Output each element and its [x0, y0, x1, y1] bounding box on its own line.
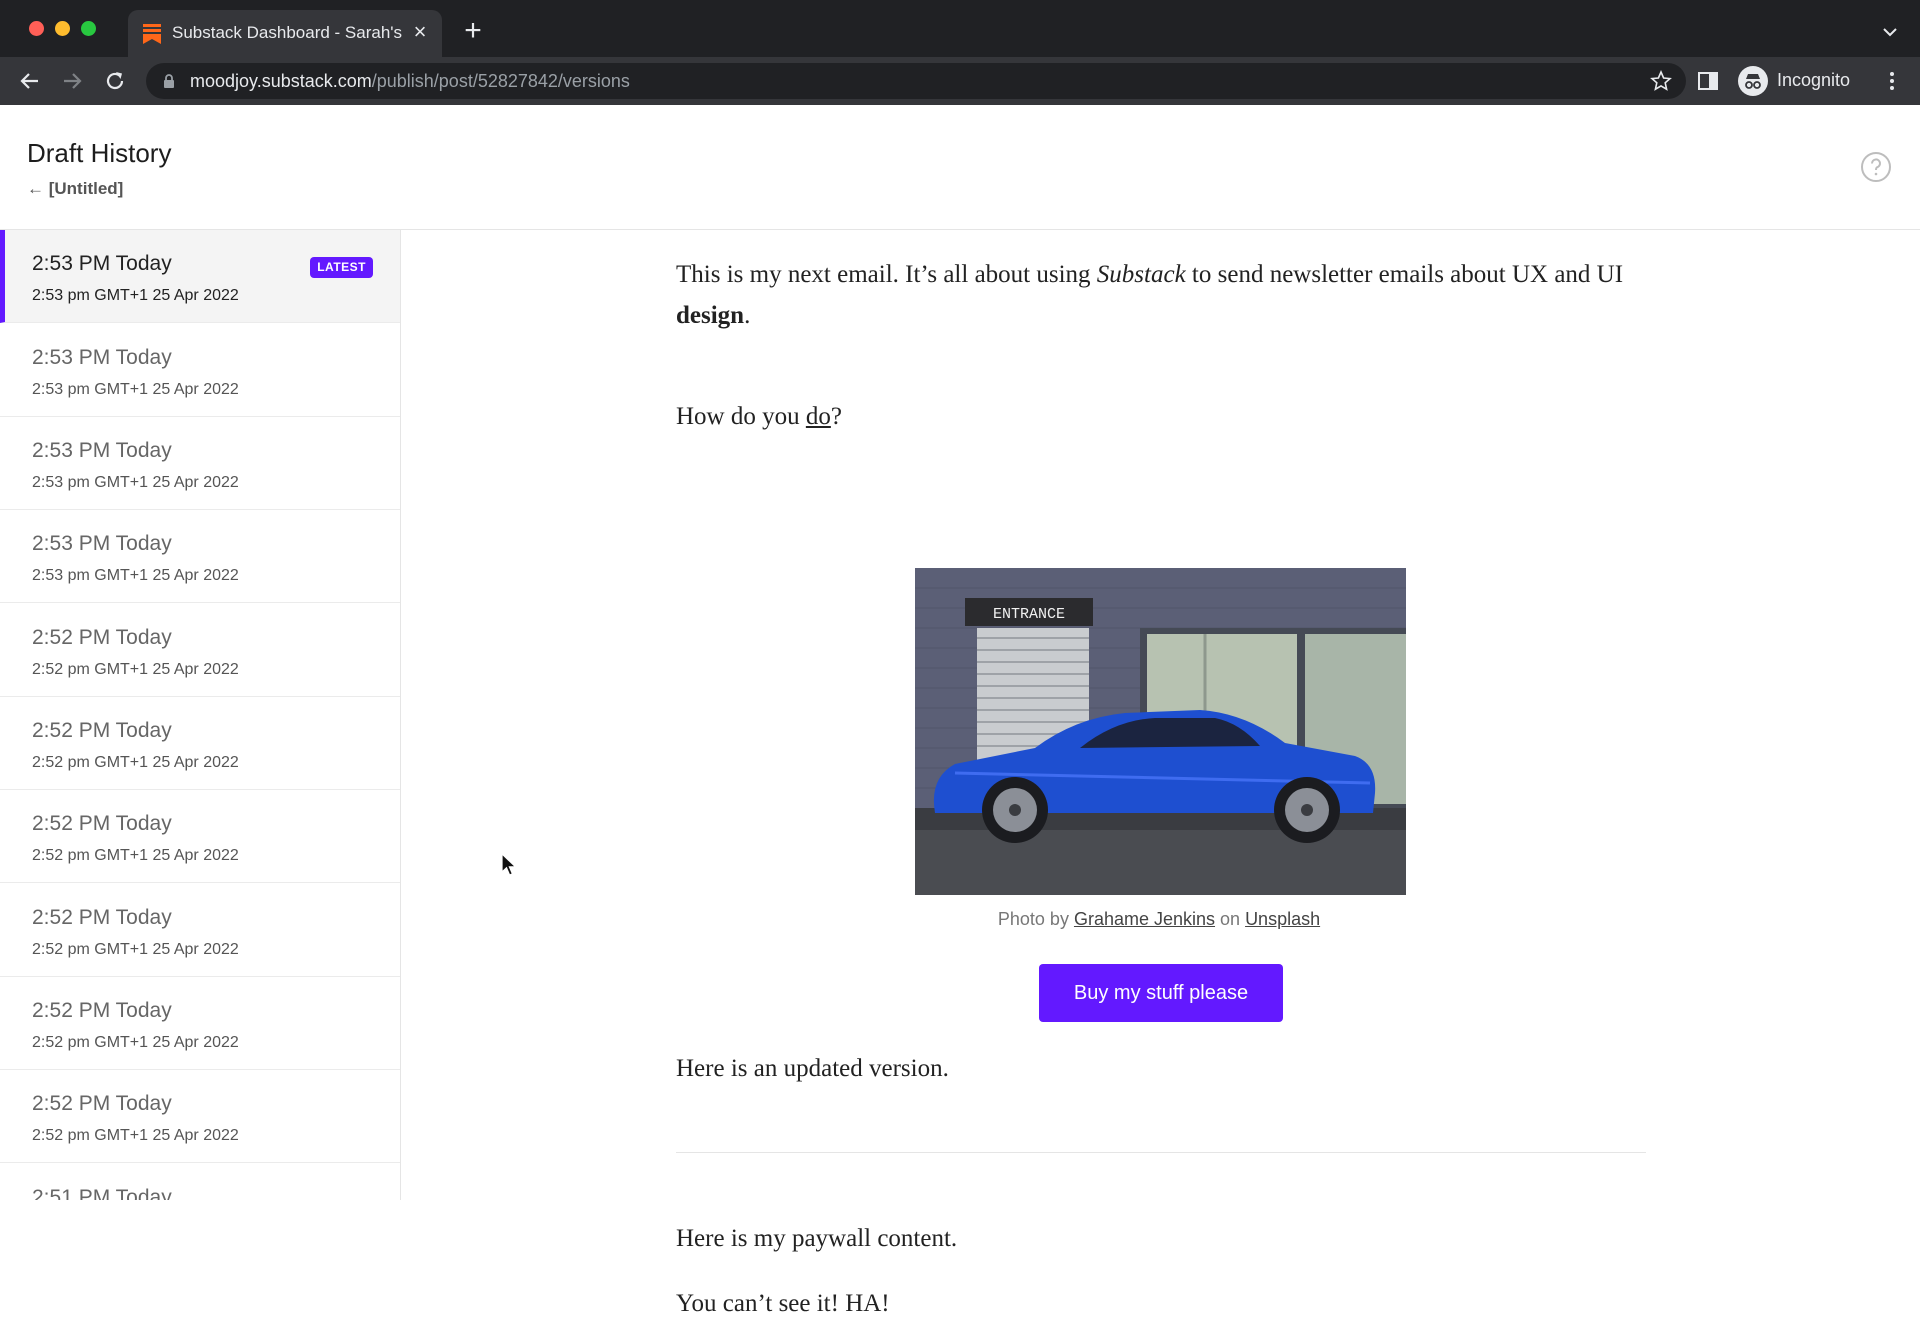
- version-item[interactable]: 2:52 PM Today 2:52 pm GMT+1 25 Apr 2022: [0, 1070, 400, 1163]
- bookmark-star-icon[interactable]: [1650, 70, 1672, 92]
- page-title: Draft History: [27, 138, 172, 168]
- back-to-post-link[interactable]: ← [Untitled]: [27, 179, 123, 199]
- version-time: 2:52 PM Today: [32, 1092, 172, 1115]
- question-paragraph: How do you do?: [676, 396, 1636, 437]
- latest-badge: LATEST: [310, 257, 373, 278]
- caption-text-on: on: [1215, 909, 1246, 929]
- version-time: 2:53 PM Today: [32, 346, 172, 369]
- browser-tab-active[interactable]: Substack Dashboard - Sarah's ×: [128, 10, 442, 57]
- tease-paragraph: You can’t see it! HA!: [676, 1290, 890, 1317]
- version-date: 2:52 pm GMT+1 25 Apr 2022: [32, 754, 239, 771]
- version-item[interactable]: 2:51 PM Today: [0, 1164, 400, 1200]
- version-date: 2:52 pm GMT+1 25 Apr 2022: [32, 847, 239, 864]
- close-tab-icon[interactable]: ×: [408, 20, 432, 44]
- image-caption: Photo by Grahame Jenkins on Unsplash: [676, 909, 1642, 930]
- reload-icon[interactable]: [101, 67, 129, 95]
- question-mark: ?: [830, 403, 842, 430]
- url-host: moodjoy.substack.com: [190, 71, 372, 91]
- intro-paragraph: This is my next email. It’s all about us…: [676, 254, 1636, 336]
- version-date: 2:52 pm GMT+1 25 Apr 2022: [32, 661, 239, 678]
- maximize-window-button[interactable]: [81, 21, 96, 36]
- address-bar[interactable]: moodjoy.substack.com/publish/post/528278…: [146, 63, 1686, 99]
- page-header: Draft History ← [Untitled]: [0, 105, 1920, 230]
- intro-text: This is my next email. It’s all about us…: [676, 261, 1097, 288]
- close-window-button[interactable]: [29, 21, 44, 36]
- entrance-sign: ENTRANCE: [993, 606, 1065, 623]
- tab-search-chevron-icon[interactable]: [1880, 22, 1900, 42]
- incognito-label[interactable]: Incognito: [1777, 70, 1850, 91]
- version-item[interactable]: 2:52 PM Today 2:52 pm GMT+1 25 Apr 2022: [0, 604, 400, 697]
- intro-bold-text: design: [676, 302, 745, 329]
- url-path: /publish/post/52827842/versions: [371, 71, 630, 91]
- intro-text-end: .: [744, 302, 751, 329]
- version-item[interactable]: 2:52 PM Today 2:52 pm GMT+1 25 Apr 2022: [0, 697, 400, 790]
- back-link-label: [Untitled]: [48, 179, 124, 198]
- version-item[interactable]: 2:52 PM Today 2:52 pm GMT+1 25 Apr 2022: [0, 977, 400, 1070]
- browser-toolbar: moodjoy.substack.com/publish/post/528278…: [0, 57, 1920, 105]
- back-arrow-icon: ←: [27, 179, 44, 198]
- version-time: 2:51 PM Today: [32, 1186, 172, 1200]
- version-item[interactable]: 2:53 PM Today 2:53 pm GMT+1 25 Apr 2022: [0, 510, 400, 603]
- updated-paragraph: Here is an updated version.: [676, 1055, 949, 1082]
- minimize-window-button[interactable]: [55, 21, 70, 36]
- version-item[interactable]: 2:52 PM Today 2:52 pm GMT+1 25 Apr 2022: [0, 790, 400, 883]
- question-link[interactable]: do: [806, 403, 831, 430]
- paywall-paragraph: Here is my paywall content.: [676, 1225, 958, 1252]
- version-time: 2:52 PM Today: [32, 719, 172, 742]
- version-date: 2:52 pm GMT+1 25 Apr 2022: [32, 1034, 239, 1051]
- paywall-divider: [676, 1152, 1646, 1153]
- caption-text: Photo by: [997, 909, 1074, 929]
- new-tab-button[interactable]: +: [459, 16, 487, 46]
- version-date: 2:53 pm GMT+1 25 Apr 2022: [32, 381, 239, 398]
- version-item[interactable]: 2:52 PM Today 2:52 pm GMT+1 25 Apr 2022: [0, 884, 400, 977]
- help-icon[interactable]: [1860, 151, 1892, 183]
- browser-menu-icon[interactable]: [1882, 69, 1902, 93]
- intro-text-2: to send newsletter emails about UX and U…: [1185, 261, 1624, 288]
- post-preview: This is my next email. It’s all about us…: [676, 230, 1646, 1317]
- version-time: 2:53 PM Today: [32, 532, 172, 555]
- tab-title: Substack Dashboard - Sarah's: [172, 23, 402, 42]
- version-date: 2:52 pm GMT+1 25 Apr 2022: [32, 1127, 239, 1144]
- url-text: moodjoy.substack.com/publish/post/528278…: [190, 71, 630, 93]
- version-item[interactable]: 2:53 PM Today 2:53 pm GMT+1 25 Apr 2022: [0, 417, 400, 510]
- browser-chrome: Substack Dashboard - Sarah's × + moodjoy…: [0, 0, 1920, 105]
- buy-button[interactable]: Buy my stuff please: [1039, 964, 1283, 1022]
- version-item[interactable]: 2:53 PM Today 2:53 pm GMT+1 25 Apr 2022: [0, 324, 400, 417]
- version-date: 2:53 pm GMT+1 25 Apr 2022: [32, 287, 239, 304]
- version-time: 2:53 PM Today: [32, 252, 172, 275]
- version-list: 2:53 PM Today 2:53 pm GMT+1 25 Apr 2022 …: [0, 230, 401, 1200]
- tab-bar: Substack Dashboard - Sarah's × +: [0, 0, 1920, 57]
- version-item[interactable]: 2:53 PM Today 2:53 pm GMT+1 25 Apr 2022 …: [0, 230, 400, 323]
- photographer-link[interactable]: Grahame Jenkins: [1074, 909, 1215, 929]
- intro-italic-text: Substack: [1096, 261, 1186, 288]
- back-arrow-icon[interactable]: [16, 67, 44, 95]
- version-time: 2:52 PM Today: [32, 999, 172, 1022]
- version-time: 2:52 PM Today: [32, 626, 172, 649]
- unsplash-link[interactable]: Unsplash: [1245, 909, 1320, 929]
- question-text: How do you: [676, 403, 806, 430]
- version-date: 2:53 pm GMT+1 25 Apr 2022: [32, 474, 239, 491]
- version-time: 2:53 PM Today: [32, 439, 172, 462]
- substack-favicon-icon: [143, 24, 161, 44]
- version-time: 2:52 PM Today: [32, 812, 172, 835]
- mouse-cursor-icon: [501, 853, 517, 876]
- version-date: 2:53 pm GMT+1 25 Apr 2022: [32, 567, 239, 584]
- incognito-icon[interactable]: [1738, 66, 1768, 96]
- lock-icon: [164, 74, 174, 88]
- version-date: 2:52 pm GMT+1 25 Apr 2022: [32, 941, 239, 958]
- page: Draft History ← [Untitled] 2:53 PM Today…: [0, 105, 1920, 1317]
- side-panel-icon[interactable]: [1697, 70, 1719, 92]
- forward-arrow-icon[interactable]: [58, 67, 86, 95]
- post-image: ENTRANCE: [915, 568, 1406, 895]
- version-time: 2:52 PM Today: [32, 906, 172, 929]
